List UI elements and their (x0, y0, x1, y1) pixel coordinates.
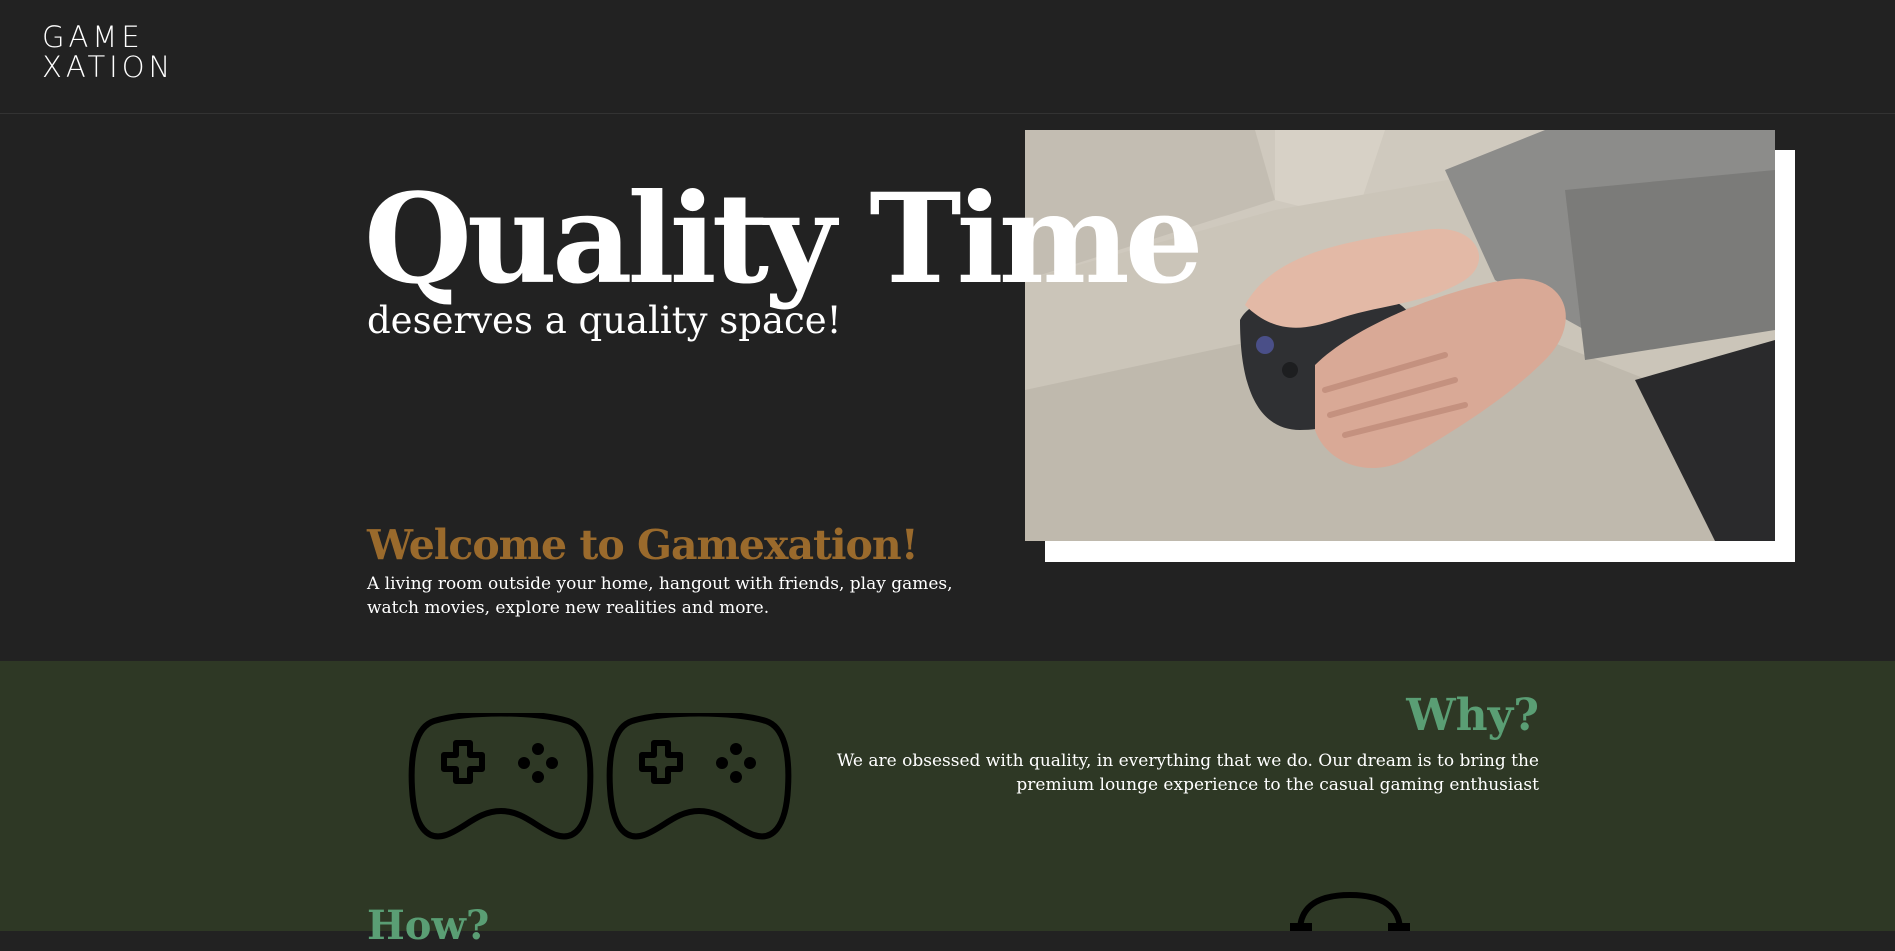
hero-subtitle: deserves a quality space! (367, 299, 842, 342)
welcome-heading: Welcome to Gamexation! (367, 521, 919, 569)
hero-title: Quality Time (364, 167, 1204, 312)
gamexation-logo[interactable]: GAME XATION (42, 22, 212, 84)
headset-icon (1290, 891, 1410, 931)
why-section: Why? We are obsessed with quality, in ev… (0, 661, 1895, 949)
hero-section: Quality Time deserves a quality space! W… (0, 114, 1895, 661)
logo-line-2: XATION (42, 50, 175, 84)
why-description: We are obsessed with quality, in everyth… (836, 751, 1539, 795)
site-header: GAME XATION (0, 0, 1895, 114)
logo-line-1: GAME (42, 20, 144, 54)
why-heading: Why? (1406, 690, 1539, 741)
game-controller-icon (408, 713, 792, 840)
welcome-description: A living room outside your home, hangout… (367, 574, 953, 618)
how-heading: How? (367, 902, 490, 949)
